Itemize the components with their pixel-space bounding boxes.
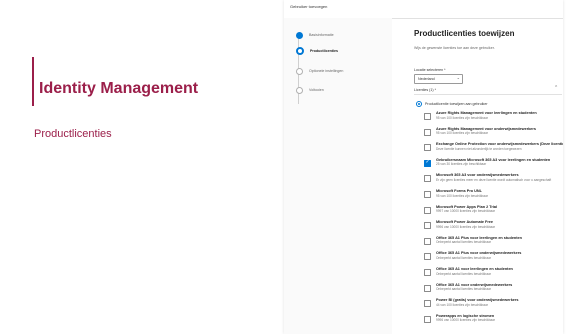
license-item[interactable]: Microsoft Power Automate Free 9996 van 10… [424, 220, 560, 236]
slide: Identity Management Productlicenties Geb… [0, 0, 588, 334]
slide-subtitle: Productlicenties [34, 128, 112, 140]
license-text: Office 365 A1 Plus voor onderwijsmedewer… [436, 251, 521, 260]
checkbox[interactable] [424, 144, 431, 152]
step-label: Productlicenties [310, 49, 338, 53]
step-productlicenties[interactable]: Productlicenties [292, 47, 338, 55]
license-availability: 95 van 100 licenties zijn beschikbaar [436, 115, 488, 120]
step-label: Voltooien [309, 88, 324, 92]
license-item[interactable]: Office 365 A1 voor leerlingen en student… [424, 267, 560, 283]
license-item[interactable]: Microsoft 365 A3 voor onderwijsmedewerke… [424, 173, 560, 189]
license-availability: 9996 van 10000 licenties zijn beschikbaa… [436, 318, 496, 323]
license-text: Gebruikersnaam Microsoft 365 A3 voor lee… [436, 158, 550, 167]
step-label: Basisinformatie [309, 33, 334, 37]
license-name: Office 365 A1 voor leerlingen en student… [436, 266, 513, 271]
license-item[interactable]: Azure Rights Management voor leerlingen … [424, 111, 560, 127]
license-availability: Onbeperkt aantal licenties beschikbaar [436, 240, 491, 245]
location-value: Nederland [418, 76, 435, 81]
license-text: Exchange Online Protection voor onderwij… [436, 142, 563, 151]
slide-title: Identity Management [39, 80, 199, 97]
license-item[interactable]: Microsoft Forms Pro UNL 95 van 100 licent… [424, 189, 560, 205]
wizard-steps: Basisinformatie Productlicenties Optione… [284, 18, 392, 334]
license-availability: Er zijn geen licenties meer en deze lice… [436, 177, 552, 182]
step-basisinformatie[interactable]: Basisinformatie [292, 31, 334, 39]
license-availability: Onbeperkt aantal licenties beschikbaar [436, 255, 491, 260]
wizard-header: Gebruiker toevoegen [284, 0, 563, 19]
licenses-section-label: Licenties (1) * [414, 88, 436, 92]
license-item[interactable]: Office 365 A1 Plus voor onderwijsmedewer… [424, 251, 560, 267]
license-text: Microsoft Power Apps Plan 2 Trial 9997 va… [436, 205, 497, 214]
license-item[interactable]: Office 365 A1 voor onderwijsmedewerkers O… [424, 283, 560, 299]
step-done-icon [296, 31, 303, 39]
license-item[interactable]: Microsoft Power Apps Plan 2 Trial 9997 va… [424, 205, 560, 221]
checkbox[interactable] [424, 175, 431, 183]
chevron-down-icon: ⌄ [456, 75, 460, 80]
license-panel: Productlicenties toewijzen Wijs de gewen… [404, 18, 563, 334]
checkbox[interactable] [424, 284, 431, 292]
checkbox[interactable] [424, 128, 431, 136]
license-availability: Onbeperkt aantal licenties beschikbaar [436, 287, 491, 292]
license-text: Microsoft 365 A3 voor onderwijsmedewerke… [436, 173, 551, 182]
license-text: Microsoft Forms Pro UNL 95 van 100 licent… [436, 189, 488, 198]
radio-selected-icon [416, 101, 422, 107]
license-text: Powerapps en logische stromen 9996 van 10… [436, 314, 495, 323]
license-text: Office 365 A1 voor onderwijsmedewerkers O… [436, 283, 512, 292]
license-availability: 95 van 100 licenties zijn beschikbaar [436, 193, 488, 198]
license-name: Azure Rights Management voor leerlingen … [436, 111, 537, 115]
checkbox[interactable] [424, 206, 431, 214]
license-availability: 95 van 100 licenties zijn beschikbaar [436, 131, 488, 136]
license-item[interactable]: Office 365 A1 Plus voor leerlingen en st… [424, 236, 560, 252]
license-text: Office 365 A1 Plus voor leerlingen en st… [436, 236, 522, 245]
license-text: Azure Rights Management voor onderwijsme… [436, 127, 536, 136]
license-item[interactable]: Power BI (gratis) voor onderwijsmedewerk… [424, 298, 560, 314]
title-accent-bar [32, 57, 34, 106]
radio-label: Productlicentie toewijzen aan gebruiker [425, 102, 488, 106]
checkbox-checked[interactable] [424, 159, 431, 167]
step-label: Optionele instellingen [309, 69, 344, 73]
checkbox[interactable] [424, 237, 431, 245]
checkbox[interactable] [424, 190, 431, 198]
panel-description: Wijs de gewenste licenties toe aan deze … [414, 46, 495, 50]
license-text: Power BI (gratis) voor onderwijsmedewerk… [436, 298, 519, 307]
license-item[interactable]: Exchange Online Protection voor onderwij… [424, 142, 563, 158]
checkbox[interactable] [424, 315, 431, 323]
step-active-icon [296, 47, 304, 55]
license-availability: Deze licentie kunnen niet afzonderlijk t… [436, 146, 522, 151]
embedded-admin-screenshot: Gebruiker toevoegen Basisinformatie Prod… [284, 0, 563, 334]
license-item[interactable]: Powerapps en logische stromen 9996 van 10… [424, 314, 560, 330]
checkbox[interactable] [424, 253, 431, 261]
wizard-header-title: Gebruiker toevoegen [290, 4, 328, 9]
step-voltooien[interactable]: Voltooien [292, 86, 324, 94]
license-text: Microsoft Power Automate Free 9996 van 10… [436, 220, 495, 229]
checkbox[interactable] [424, 300, 431, 308]
license-item[interactable]: Gebruikersnaam Microsoft 365 A3 voor lee… [424, 158, 560, 174]
panel-title: Productlicenties toewijzen [414, 29, 515, 38]
assign-license-radio[interactable]: Productlicentie toewijzen aan gebruiker [416, 101, 488, 107]
checkbox[interactable] [424, 268, 431, 276]
license-availability: Onbeperkt aantal licenties beschikbaar [436, 271, 491, 276]
license-availability: 44 van 100 licenties zijn beschikbaar [436, 302, 488, 307]
license-text: Azure Rights Management voor leerlingen … [436, 111, 537, 120]
location-dropdown[interactable]: Nederland ⌄ [414, 74, 463, 84]
chevron-up-icon[interactable]: ⌃ [554, 85, 558, 91]
location-label: Locatie selecteren * [414, 68, 446, 72]
divider [414, 94, 562, 95]
license-name: Microsoft Forms Pro UNL [436, 188, 482, 193]
step-pending-icon [296, 67, 303, 75]
checkbox[interactable] [424, 222, 431, 230]
step-optionele-instellingen[interactable]: Optionele instellingen [292, 67, 343, 75]
license-list: Azure Rights Management voor leerlingen … [424, 111, 563, 330]
checkbox[interactable] [424, 113, 431, 120]
license-availability: 9997 van 10000 licenties zijn beschikbaa… [436, 209, 496, 214]
license-text: Office 365 A1 voor leerlingen en student… [436, 267, 513, 276]
license-item[interactable]: Azure Rights Management voor onderwijsme… [424, 127, 560, 143]
license-availability: 25 van 30 licenties zijn beschikbaar [436, 162, 487, 167]
license-availability: 9996 van 10000 licenties zijn beschikbaa… [436, 224, 496, 229]
step-pending-icon [296, 86, 303, 94]
